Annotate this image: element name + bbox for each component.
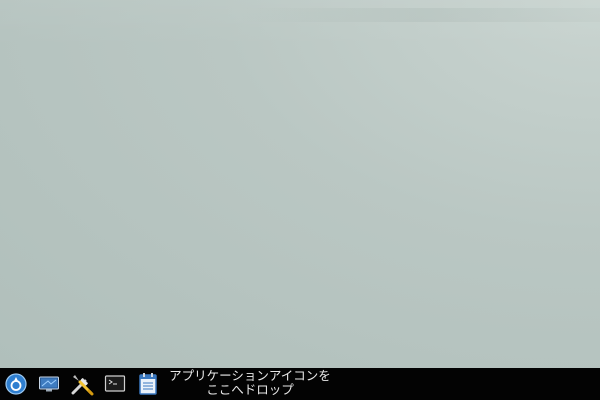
- drop-zone-hint[interactable]: アプリケーションアイコンを ここへドロップ: [160, 369, 340, 397]
- terminal-icon[interactable]: [103, 372, 127, 396]
- desktop-background[interactable]: [0, 0, 600, 368]
- drop-hint-line2: ここへドロップ: [206, 382, 294, 397]
- desktop-light-band: [240, 8, 600, 22]
- app-menu-icon[interactable]: [4, 372, 28, 396]
- wrench-screwdriver-icon[interactable]: [70, 372, 94, 396]
- notepad-icon[interactable]: [136, 372, 160, 396]
- drop-hint-line1: アプリケーションアイコンを: [169, 368, 331, 383]
- monitor-icon[interactable]: [37, 372, 61, 396]
